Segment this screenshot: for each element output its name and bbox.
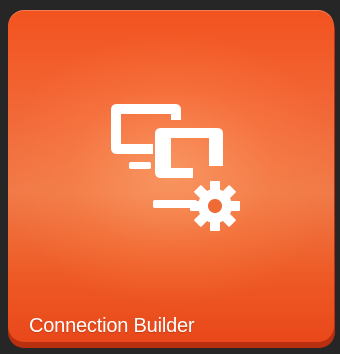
monitors-gear-icon bbox=[111, 104, 240, 231]
connection-builder-tile[interactable]: Connection Builder bbox=[8, 10, 334, 342]
tile-label: Connection Builder bbox=[29, 315, 195, 337]
